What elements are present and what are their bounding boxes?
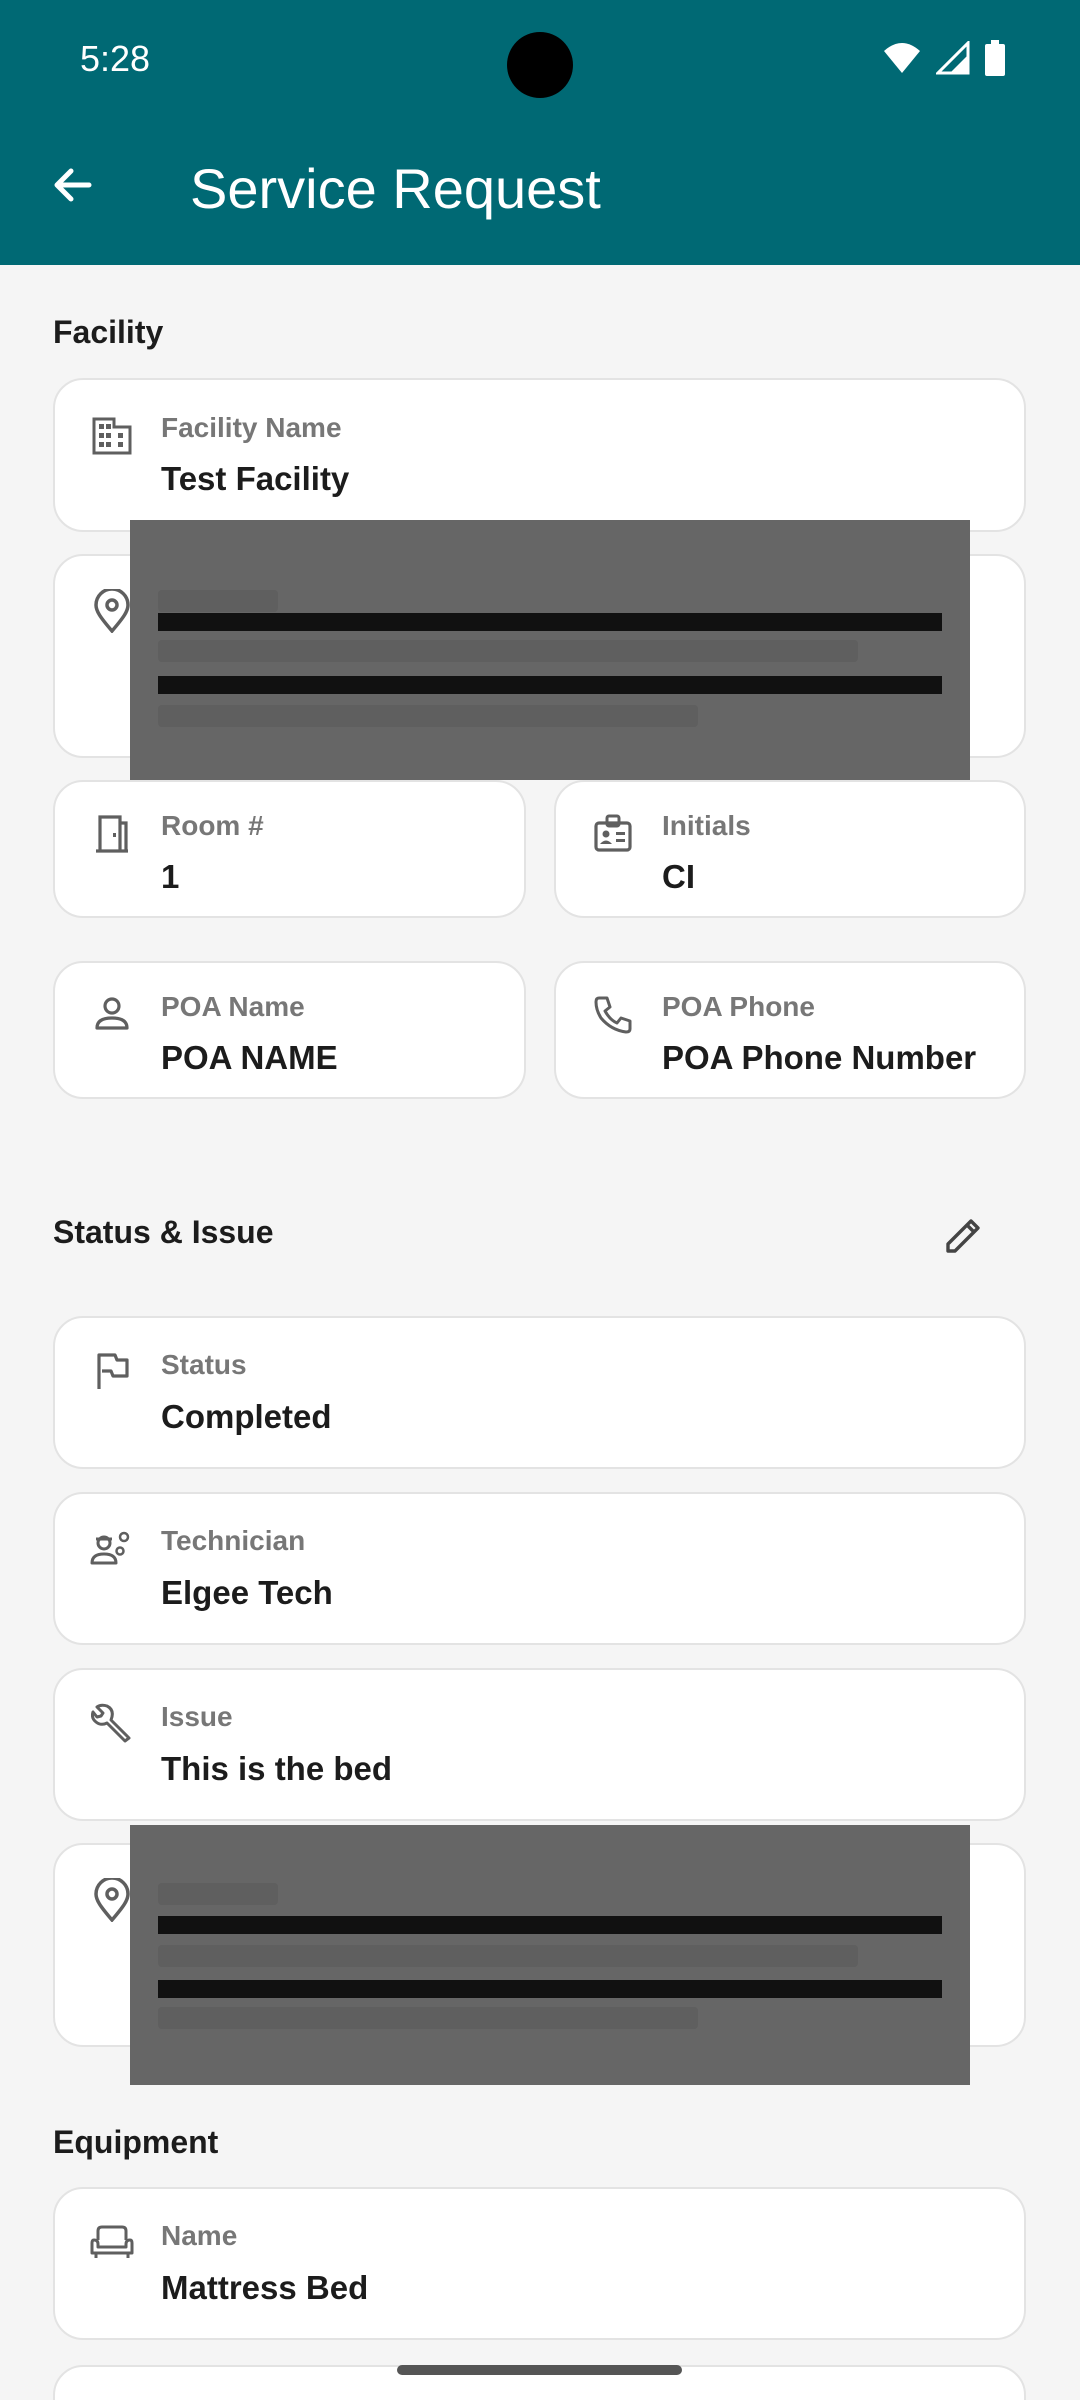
redaction-blur: [158, 1945, 858, 1967]
section-title-facility: Facility: [53, 314, 164, 350]
poa-phone-card: POA Phone POA Phone Number: [554, 961, 1026, 1099]
poa-phone-value: POA Phone Number: [662, 1039, 977, 1076]
badge-icon: [588, 808, 638, 858]
issue-card: Issue This is the bed: [53, 1668, 1026, 1821]
poa-name-value: POA NAME: [161, 1039, 338, 1076]
redaction-blur: [158, 2007, 698, 2029]
app-bar: 5:28 Service Request: [0, 0, 1080, 265]
status-card: Status Completed: [53, 1316, 1026, 1469]
flag-icon: [87, 1346, 137, 1396]
facility-name-label: Facility Name: [161, 412, 342, 443]
poa-phone-label: POA Phone: [662, 991, 815, 1022]
facility-name-value: Test Facility: [161, 460, 350, 497]
engineer-icon: [87, 1522, 137, 1572]
technician-value: Elgee Tech: [161, 1574, 333, 1611]
technician-card: Technician Elgee Tech: [53, 1492, 1026, 1645]
facility-name-card: Facility Name Test Facility: [53, 378, 1026, 532]
technician-label: Technician: [161, 1525, 306, 1556]
poa-name-card: POA Name POA NAME: [53, 961, 526, 1099]
room-value: 1: [161, 858, 180, 895]
wifi-icon: [882, 41, 922, 75]
pencil-icon: [944, 1215, 984, 1255]
issue-label: Issue: [161, 1701, 233, 1732]
poa-name-label: POA Name: [161, 991, 305, 1022]
section-title-equipment: Equipment: [53, 2124, 219, 2160]
redaction-blur: [158, 1883, 278, 1905]
redaction-blur: [158, 590, 278, 612]
redaction-block: [130, 1825, 970, 2085]
home-indicator[interactable]: [397, 2365, 682, 2375]
redaction-bar: [158, 1916, 942, 1934]
battery-icon: [984, 40, 1006, 76]
sofa-icon: [87, 2217, 137, 2267]
status-time: 5:28: [80, 38, 151, 79]
equipment-name-label: Name: [161, 2220, 238, 2251]
initials-value: CI: [662, 858, 695, 895]
redaction-blur: [158, 640, 858, 662]
edit-button[interactable]: [934, 1205, 994, 1265]
initials-label: Initials: [662, 810, 751, 841]
issue-value: This is the bed: [161, 1750, 393, 1787]
status-label: Status: [161, 1349, 247, 1380]
redaction-bar: [158, 676, 942, 694]
building-icon: [87, 410, 137, 460]
room-label: Room #: [161, 810, 264, 841]
redaction-bar: [158, 613, 942, 631]
status-icons: [882, 40, 1006, 76]
section-title-status-issue: Status & Issue: [53, 1214, 274, 1250]
camera-cutout: [507, 32, 573, 98]
page-title: Service Request: [190, 157, 601, 220]
status-value: Completed: [161, 1398, 332, 1435]
initials-card: Initials CI: [554, 780, 1026, 918]
redaction-blur: [158, 705, 698, 727]
redaction-bar: [158, 1980, 942, 1998]
equipment-name-value: Mattress Bed: [161, 2269, 369, 2306]
door-icon: [87, 808, 137, 858]
phone-icon: [588, 989, 638, 1039]
cellular-signal-icon: [936, 41, 970, 75]
arrow-back-icon: [49, 161, 97, 209]
equipment-name-card: Name Mattress Bed: [53, 2187, 1026, 2340]
room-card: Room # 1: [53, 780, 526, 918]
back-button[interactable]: [40, 152, 106, 218]
person-icon: [87, 989, 137, 1039]
redaction-block: [130, 520, 970, 780]
wrench-icon: [87, 1698, 137, 1748]
